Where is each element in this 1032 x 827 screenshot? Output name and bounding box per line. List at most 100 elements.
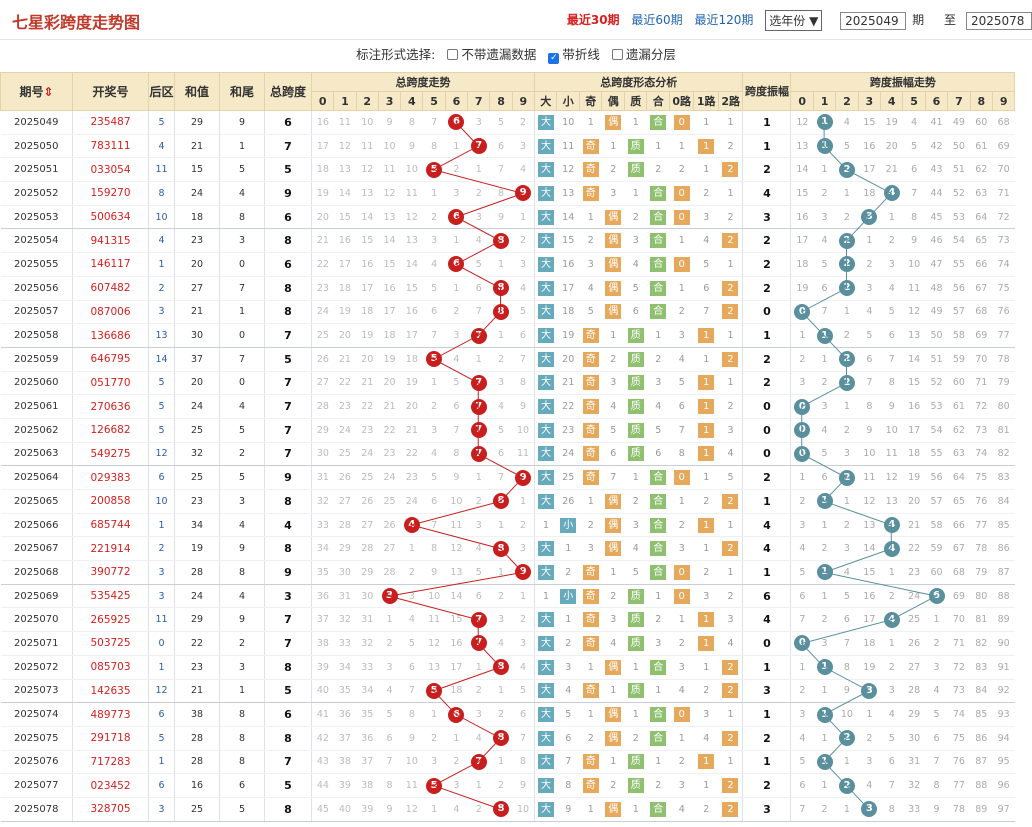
- trend-cell: 20: [378, 371, 401, 396]
- amp-trend-cell: 2: [813, 536, 836, 562]
- form-tag: 合: [650, 517, 667, 533]
- form-tag: 1: [698, 754, 715, 770]
- trend-cell: 6: [489, 442, 513, 467]
- form-tag: 奇: [582, 635, 599, 651]
- amp-trend-cell: 28: [902, 679, 926, 704]
- trend-cell: 12: [400, 205, 423, 230]
- trend-cell: 8: [489, 726, 513, 751]
- form-cell: 奇: [579, 773, 602, 798]
- amp-trend-cell: 16: [790, 205, 814, 230]
- trend-cell: 27: [333, 489, 357, 514]
- form-cell: 3: [669, 323, 694, 348]
- amp-ball: 3: [861, 801, 878, 818]
- form-cell: 1: [669, 228, 694, 254]
- form-tag: 0: [673, 185, 690, 201]
- to-issue-input[interactable]: 2025078: [966, 11, 1032, 30]
- amp-trend-cell: 4: [813, 418, 836, 443]
- amp-trend-cell: 62: [970, 157, 993, 183]
- from-issue-input[interactable]: 2025049: [840, 11, 907, 30]
- sum-cell: 16: [174, 773, 220, 798]
- sort-icon[interactable]: ⇕: [43, 85, 53, 99]
- form-cell: 合: [646, 300, 670, 325]
- recent-30-link[interactable]: 最近30期: [567, 13, 620, 27]
- trend-cell: 12: [356, 157, 379, 183]
- form-cell: 3: [718, 607, 743, 633]
- form-tag: 大: [537, 185, 554, 201]
- form-tag: 0: [673, 564, 690, 580]
- form-cell: 3: [601, 371, 625, 396]
- issue-cell: 2025054: [0, 228, 73, 254]
- sum-cell: 22: [174, 631, 220, 656]
- trend-cell: 7: [467, 371, 490, 396]
- year-select[interactable]: 选年份 ▼: [765, 10, 823, 31]
- trend-cell: 1: [422, 702, 446, 727]
- trend-cell: 35: [333, 679, 357, 704]
- form-cell: 质: [624, 442, 647, 467]
- trend-cell: 2: [467, 181, 490, 206]
- form-tag: 质: [627, 328, 644, 344]
- form-cell: 合: [646, 536, 670, 562]
- trend-cell: 5: [422, 465, 446, 490]
- amp-trend-cell: 15: [902, 371, 926, 396]
- form-cell: 偶: [601, 726, 625, 751]
- form-cell: 奇: [579, 607, 602, 633]
- total-span-cell: 6: [264, 110, 312, 135]
- table-row: 2025061 270636 5 24 4 7 28 23 22 21 20 2 6 7 4 9 大 22 奇 4 质 4…: [0, 394, 1015, 419]
- amp-trend-cell: 1: [813, 773, 836, 798]
- trend-cell: 11: [445, 513, 468, 538]
- amp-trend-cell: 6: [902, 157, 926, 183]
- amp-trend-cell: 16: [858, 134, 881, 159]
- amp-trend-cell: 1: [835, 750, 859, 775]
- trend-cell: 30: [356, 584, 379, 609]
- amp-trend-cell: 33: [902, 797, 926, 822]
- amp-trend-cell: 83: [970, 655, 993, 680]
- form-cell: 奇: [579, 394, 602, 419]
- amp-trend-cell: 2: [813, 181, 836, 206]
- trend-cell: 10: [422, 584, 446, 609]
- amp-trend-cell: 19: [880, 110, 903, 135]
- form-cell: 大: [533, 157, 557, 183]
- prize-number-cell: 146117: [72, 252, 149, 277]
- amp-trend-cell: 1: [813, 157, 836, 183]
- trend-digit-0: 0: [310, 91, 335, 111]
- trend-cell: 20: [310, 205, 334, 230]
- form-tag: 偶: [605, 233, 622, 249]
- form-cell: 质: [624, 347, 647, 372]
- col-total-span: 总跨度: [264, 72, 312, 111]
- recent-120-link[interactable]: 最近120期: [695, 13, 754, 27]
- form-cell: 奇: [579, 418, 602, 443]
- trend-cell: 12: [378, 181, 401, 206]
- tail-cell: 9: [219, 536, 265, 562]
- form-cell: 合: [646, 465, 670, 490]
- issue-cell: 2025062: [0, 418, 73, 443]
- issue-cell: 2025075: [0, 726, 73, 751]
- amp-trend-cell: 1: [813, 702, 836, 727]
- trend-cell: 1: [445, 228, 468, 254]
- polyline-checkbox[interactable]: ✓: [548, 53, 560, 64]
- options-prompt: 标注形式选择:: [356, 47, 436, 62]
- form-cell: 5: [556, 702, 580, 727]
- form-cell: 1: [624, 797, 647, 822]
- layered-omission-checkbox[interactable]: [611, 49, 623, 60]
- form-cell: 3: [693, 584, 719, 609]
- col-issue[interactable]: 期号⇕: [0, 72, 73, 111]
- trend-cell: 4: [489, 394, 513, 419]
- form-tag: 奇: [582, 351, 599, 367]
- amp-trend-cell: 47: [925, 252, 948, 277]
- form-cell: 1: [646, 750, 670, 775]
- form-cell: 1: [693, 394, 719, 419]
- trend-cell: 21: [400, 418, 423, 443]
- issue-cell: 2025077: [0, 773, 73, 798]
- form-cell: 2: [718, 797, 743, 822]
- form-cell: 2: [718, 205, 743, 230]
- trend-cell: 26: [378, 513, 401, 538]
- prize-number-cell: 783111: [72, 134, 149, 159]
- prize-number-cell: 051770: [72, 371, 149, 396]
- trend-cell: 4: [467, 228, 490, 254]
- recent-60-link[interactable]: 最近60期: [631, 13, 682, 27]
- total-span-cell: 7: [264, 442, 312, 467]
- layered-omission-label: 遗漏分层: [625, 47, 676, 62]
- trend-cell: 5: [512, 300, 535, 325]
- no-omission-checkbox[interactable]: [447, 49, 459, 60]
- form-cell: 1: [601, 750, 625, 775]
